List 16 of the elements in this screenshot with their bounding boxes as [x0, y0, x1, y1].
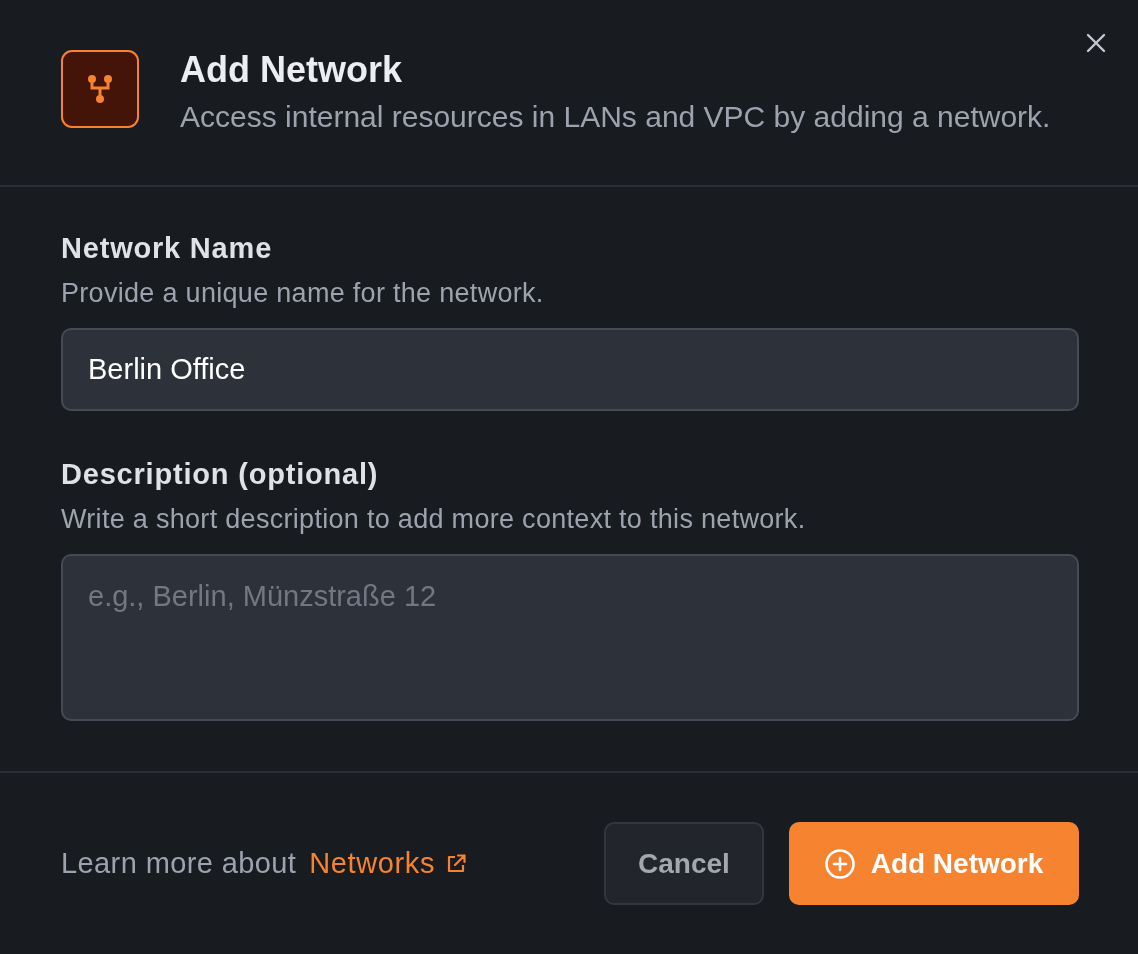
external-link-icon	[446, 853, 466, 874]
field-help-text: Provide a unique name for the network.	[61, 277, 545, 310]
field-label: Description (optional)	[61, 457, 380, 492]
dialog-subtitle: Access internal resources in LANs and VPC by adding a network.	[180, 99, 1051, 135]
networks-link[interactable]: Networks	[309, 847, 466, 880]
fork-icon	[61, 50, 139, 128]
learn-more-text: Learn more about	[61, 847, 297, 880]
field-help-text: Write a short description to add more context to this network.	[61, 503, 807, 536]
field-label: Network Name	[61, 231, 274, 266]
dialog-title: Add Network	[180, 48, 403, 92]
text-input[interactable]: Berlin Office	[61, 328, 1079, 411]
close-button[interactable]	[1084, 31, 1108, 55]
textarea-input[interactable]: e.g., Berlin, Münzstraße 12	[61, 554, 1079, 721]
plus-circle-icon	[824, 848, 855, 879]
cancel-button[interactable]: Cancel	[604, 822, 764, 905]
close-icon	[1086, 33, 1106, 53]
